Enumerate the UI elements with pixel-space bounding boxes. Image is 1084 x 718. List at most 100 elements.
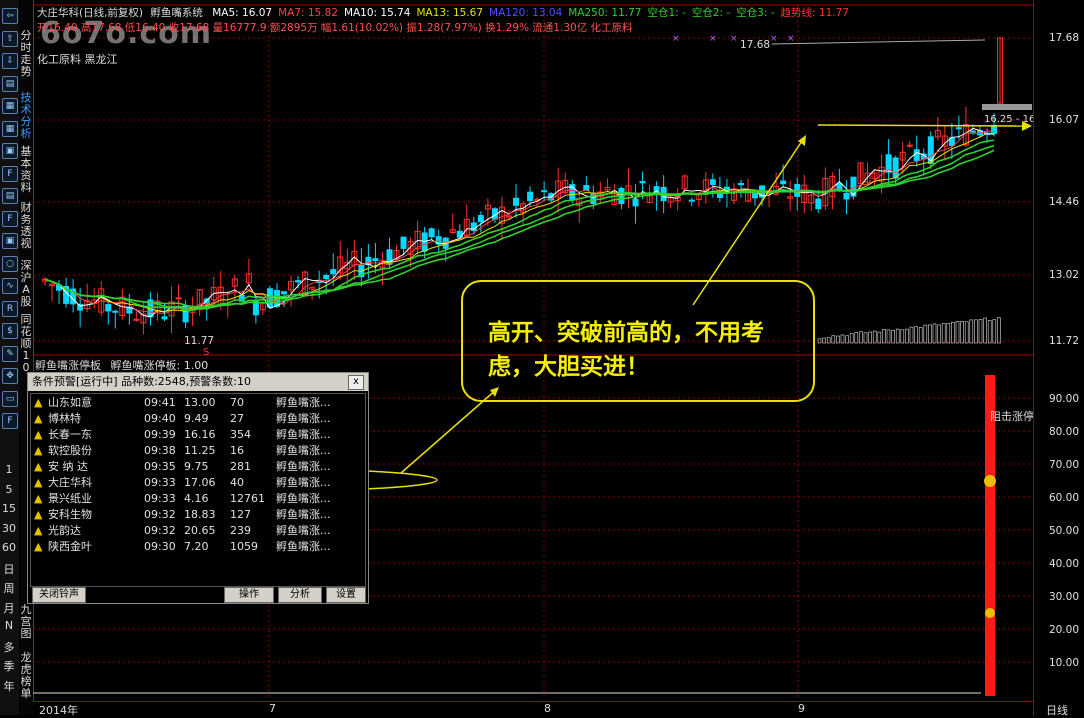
ma-label: 趋势线: 11.77 — [780, 7, 849, 19]
volume-bar — [840, 334, 845, 344]
close-sound-button[interactable]: 关闭铃声 — [32, 587, 86, 603]
down-icon[interactable]: ⇩ — [2, 53, 18, 69]
volume-bar — [978, 319, 983, 344]
volume-bar — [955, 320, 960, 344]
high-pointer — [771, 39, 986, 45]
f10-icon[interactable]: F — [2, 165, 18, 182]
candle-body — [892, 157, 899, 179]
left-toolbar: ⇦ ⇧ ⇩ ▤ ▦ ▦ ▣ F ▤ F ▣ ○ ∿ R $ ✎ ✥ ▭ F 1 5 15 30 60 日周月 N 多季年 — [0, 0, 20, 715]
pencil-icon[interactable]: ✎ — [2, 345, 18, 362]
period-8[interactable]: N — [2, 619, 16, 632]
list-icon[interactable]: ▤ — [2, 75, 18, 92]
f5-icon[interactable]: F — [2, 413, 18, 429]
subpanel-value: 孵鱼嘴涨停板: 1.00 — [110, 359, 209, 372]
volume-bar — [969, 319, 974, 344]
volume-bar — [836, 335, 840, 344]
candle-body — [133, 318, 140, 321]
period-4[interactable]: 60 — [2, 541, 16, 554]
side-tab-5[interactable]: 同花顺10 — [20, 314, 32, 374]
period-9[interactable]: 多 — [2, 639, 16, 655]
up-down-icon[interactable]: $ — [2, 323, 18, 339]
back-icon[interactable]: ⇦ — [2, 8, 18, 24]
bookmark-icon[interactable]: ▣ — [2, 233, 18, 249]
candle-body — [421, 232, 428, 252]
annotation-text: 高开、突破前高的，不用考虑，大胆买进！ — [488, 320, 764, 380]
volume-bar — [914, 326, 918, 344]
settings-button[interactable]: 设置 — [326, 587, 366, 603]
smiley-icon — [984, 475, 996, 487]
indicator-tick: 70.00 — [1048, 459, 1079, 471]
doc-icon[interactable]: ▤ — [2, 188, 18, 204]
price-tick: 11.72 — [1048, 335, 1079, 347]
period-7[interactable]: 月 — [2, 600, 16, 616]
volume-bar — [941, 323, 946, 344]
period-3[interactable]: 30 — [2, 522, 16, 535]
candle-body — [281, 291, 288, 295]
ma-label: 空仓2: - — [691, 7, 731, 19]
alert-list-border — [30, 393, 366, 587]
candle-body — [780, 180, 787, 185]
industry-label: 化工原料 黑龙江 — [37, 53, 118, 66]
period-10[interactable]: 季 — [2, 658, 16, 674]
period-0[interactable]: 1 — [2, 463, 16, 476]
rsi-icon[interactable]: R — [2, 300, 18, 317]
move-icon[interactable]: ✥ — [2, 368, 18, 384]
period-6[interactable]: 周 — [2, 580, 16, 596]
circle-icon[interactable]: ○ — [2, 255, 18, 272]
side-tab-6[interactable]: 九宫图 — [20, 604, 32, 640]
volume-bar — [983, 317, 987, 344]
info-icon[interactable]: ▣ — [2, 143, 18, 159]
candle-body — [513, 197, 520, 206]
candle-body — [906, 144, 913, 147]
side-tab-4[interactable]: 深沪A股 — [20, 260, 32, 308]
indicator-tick: 40.00 — [1048, 558, 1079, 570]
period-label: 日线 — [1046, 704, 1068, 717]
candle-body — [323, 275, 330, 280]
alert-window[interactable]: 条件预警[运行中] 品种数:2548,预警条数:10 x ▲ 山东如意 09:41 1… — [27, 372, 369, 604]
ma-label: MA13: 15.67 — [416, 7, 484, 19]
low-mark: 11.77 — [184, 335, 214, 347]
period-1[interactable]: 5 — [2, 483, 16, 496]
subpanel-name: 孵鱼嘴涨停板 — [35, 359, 101, 372]
side-tab-3[interactable]: 财务透视 — [20, 202, 32, 250]
x-marker: × — [787, 34, 795, 44]
side-tab-7[interactable]: 龙虎榜单 — [20, 652, 32, 700]
analyze-button[interactable]: 分析 — [278, 587, 322, 603]
volume-bar — [964, 321, 969, 344]
x-label-august: 8 — [544, 702, 551, 715]
candle-body — [105, 304, 112, 312]
side-tab-2[interactable]: 基本资料 — [20, 146, 32, 194]
price-tick: 17.68 — [1048, 32, 1079, 44]
formula-name: 孵鱼嘴系统 — [150, 7, 203, 19]
rect-icon[interactable]: ▭ — [2, 390, 18, 407]
candle-body — [527, 191, 534, 202]
candle-body — [843, 192, 850, 200]
high-mark: 17.68 — [740, 39, 770, 51]
volume-bar — [849, 333, 854, 344]
side-tab-1[interactable]: 技术分析 — [20, 92, 32, 140]
candle-body — [400, 236, 407, 249]
side-tabs: 分时走势技术分析基本资料财务透视深沪A股同花顺10 九宫图龙虎榜单 — [19, 0, 34, 715]
grid-icon[interactable]: ▦ — [2, 120, 18, 137]
period-11[interactable]: 年 — [2, 678, 16, 694]
candle-body — [365, 256, 372, 266]
chart-icon[interactable]: ▦ — [2, 98, 18, 114]
alert-window-title: 条件预警[运行中] 品种数:2548,预警条数:10 — [32, 375, 251, 388]
ma-list: MA5: 16.07 MA7: 15.82 MA10: 15.74 MA13: 15.… — [206, 7, 849, 19]
volume-bar — [905, 328, 909, 344]
quote-line: 开16.40 高17.68 低16.40 收17.68 量16777.9 额28… — [37, 22, 633, 34]
f10b-icon[interactable]: F — [2, 210, 18, 227]
period-5[interactable]: 日 — [2, 561, 16, 577]
alert-window-titlebar[interactable]: 条件预警[运行中] 品种数:2548,预警条数:10 x — [28, 373, 368, 391]
x-marker: × — [770, 34, 778, 44]
up-icon[interactable]: ⇧ — [2, 30, 18, 47]
indicator-tick: 90.00 — [1048, 393, 1079, 405]
volume-bar — [992, 319, 997, 344]
indicator-tick: 50.00 — [1048, 525, 1079, 537]
wave-icon[interactable]: ∿ — [2, 278, 18, 294]
close-icon[interactable]: x — [348, 375, 364, 390]
period-2[interactable]: 15 — [2, 502, 16, 515]
operate-button[interactable]: 操作 — [224, 587, 274, 603]
ma-label: MA250: 11.77 — [568, 7, 642, 19]
side-tab-0[interactable]: 分时走势 — [20, 30, 32, 78]
